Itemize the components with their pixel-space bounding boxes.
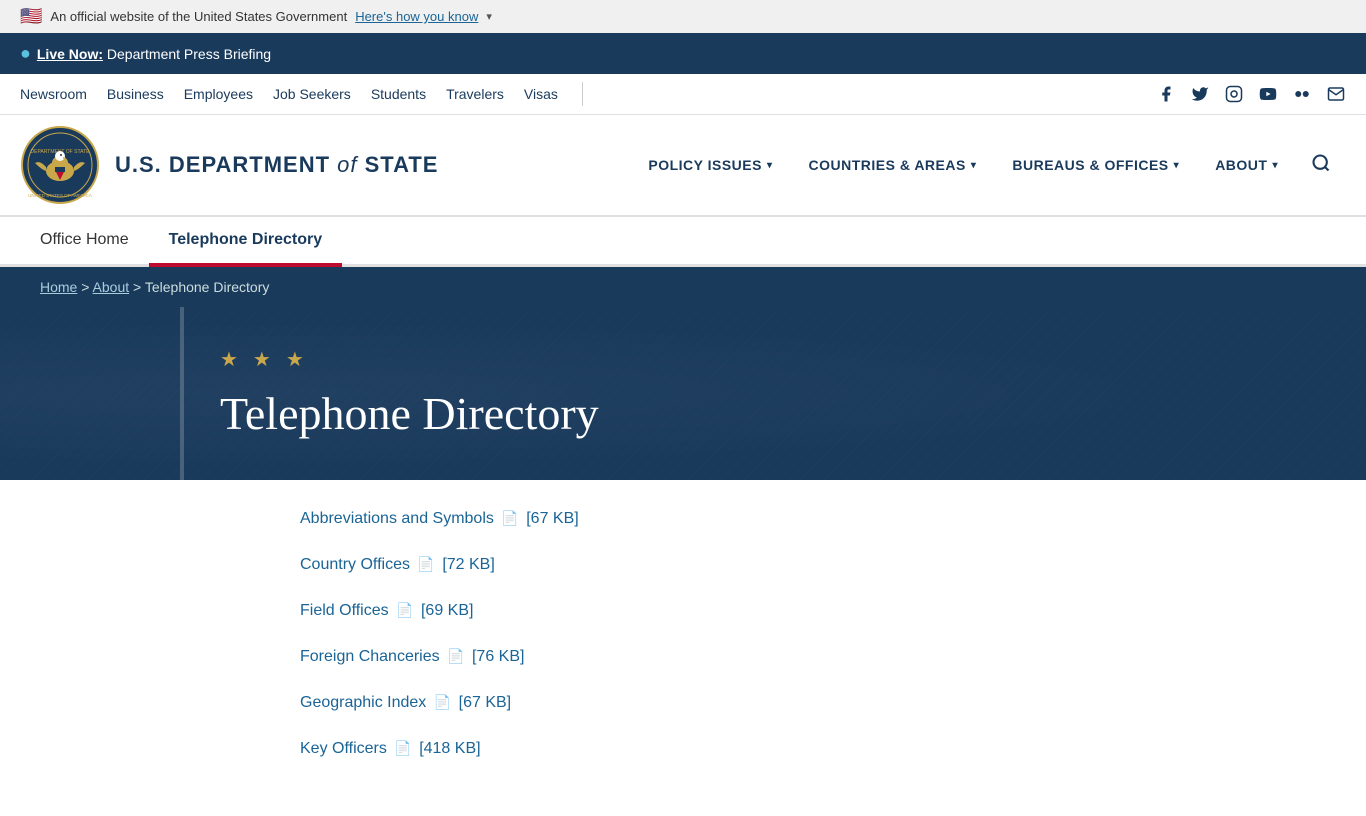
nav-about[interactable]: ABOUT ▾ — [1197, 147, 1296, 183]
link-foreign-chanceries[interactable]: Foreign Chanceries 📄 [76 KB] — [300, 648, 1326, 666]
breadcrumb-section: Home > About > Telephone Directory — [0, 267, 1366, 307]
pdf-icon: 📄 — [501, 510, 518, 526]
social-icons — [1156, 84, 1346, 104]
breadcrumb-home[interactable]: Home — [40, 279, 77, 295]
link-label: Country Offices — [300, 556, 414, 573]
file-size: [72 KB] — [442, 556, 494, 573]
link-abbreviations[interactable]: Abbreviations and Symbols 📄 [67 KB] — [300, 510, 1326, 528]
breadcrumb-about[interactable]: About — [93, 279, 130, 295]
nav-business[interactable]: Business — [107, 86, 164, 102]
pdf-icon: 📄 — [394, 740, 411, 756]
file-size: [76 KB] — [472, 648, 524, 665]
file-size: [67 KB] — [526, 510, 578, 527]
caret-icon: ▾ — [767, 160, 773, 171]
pdf-icon: 📄 — [417, 556, 434, 572]
top-nav: Newsroom Business Employees Job Seekers … — [0, 74, 1366, 115]
facebook-icon[interactable] — [1156, 84, 1176, 104]
nav-travelers[interactable]: Travelers — [446, 86, 504, 102]
caret-icon: ▾ — [971, 160, 977, 171]
pdf-icon: 📄 — [434, 694, 451, 710]
chevron-down-icon: ▾ — [486, 10, 492, 23]
file-size: [69 KB] — [421, 602, 473, 619]
link-label: Key Officers — [300, 740, 391, 757]
nav-job-seekers[interactable]: Job Seekers — [273, 86, 351, 102]
link-country-offices[interactable]: Country Offices 📄 [72 KB] — [300, 556, 1326, 574]
gov-banner: 🇺🇸 An official website of the United Sta… — [0, 0, 1366, 33]
breadcrumb-separator: > — [81, 279, 92, 295]
youtube-icon[interactable] — [1258, 84, 1278, 104]
link-key-officers[interactable]: Key Officers 📄 [418 KB] — [300, 740, 1326, 758]
live-bar-event-text: Department Press Briefing — [107, 46, 271, 62]
link-geographic-index[interactable]: Geographic Index 📄 [67 KB] — [300, 694, 1326, 712]
nav-employees[interactable]: Employees — [184, 86, 253, 102]
pdf-icon: 📄 — [396, 602, 413, 618]
twitter-icon[interactable] — [1190, 84, 1210, 104]
nav-newsroom[interactable]: Newsroom — [20, 86, 87, 102]
breadcrumb-current: Telephone Directory — [145, 279, 270, 295]
tab-telephone-directory[interactable]: Telephone Directory — [149, 217, 343, 267]
gov-banner-text: An official website of the United States… — [50, 9, 347, 24]
how-you-know-link[interactable]: Here's how you know — [355, 9, 478, 24]
file-size: [418 KB] — [419, 740, 480, 757]
page-title: Telephone Directory — [220, 387, 1326, 440]
nav-visas[interactable]: Visas — [524, 86, 558, 102]
dept-seal: DEPARTMENT OF STATE UNITED STATES OF AME… — [20, 125, 100, 205]
live-bar: ● Live Now: Department Press Briefing — [0, 33, 1366, 74]
content-area: Abbreviations and Symbols 📄 [67 KB] Coun… — [0, 480, 1366, 816]
live-now-label: Live Now: — [37, 46, 103, 62]
link-label: Foreign Chanceries — [300, 648, 444, 665]
link-label: Field Offices — [300, 602, 393, 619]
main-nav: POLICY ISSUES ▾ COUNTRIES & AREAS ▾ BURE… — [630, 143, 1346, 188]
tab-office-home[interactable]: Office Home — [20, 217, 149, 264]
hero-stars: ★ ★ ★ — [220, 347, 1326, 372]
office-tabs: Office Home Telephone Directory — [0, 217, 1366, 267]
breadcrumb-separator: > — [133, 279, 145, 295]
svg-text:UNITED STATES OF AMERICA: UNITED STATES OF AMERICA — [28, 193, 92, 198]
caret-icon: ▾ — [1174, 160, 1180, 171]
nav-divider — [582, 82, 583, 106]
live-bar-link[interactable]: Live Now: Department Press Briefing — [37, 46, 271, 62]
pdf-icon: 📄 — [447, 648, 464, 664]
nav-policy-issues[interactable]: POLICY ISSUES ▾ — [630, 147, 790, 183]
logo-area: DEPARTMENT OF STATE UNITED STATES OF AME… — [20, 125, 438, 205]
hero-section: ★ ★ ★ Telephone Directory — [0, 307, 1366, 480]
search-button[interactable] — [1296, 143, 1346, 188]
site-header: DEPARTMENT OF STATE UNITED STATES OF AME… — [0, 115, 1366, 217]
breadcrumb: Home > About > Telephone Directory — [40, 279, 1326, 295]
nav-students[interactable]: Students — [371, 86, 426, 102]
file-size: [67 KB] — [459, 694, 511, 711]
nav-bureaus-offices[interactable]: BUREAUS & OFFICES ▾ — [994, 147, 1197, 183]
us-flag-icon: 🇺🇸 — [20, 6, 42, 27]
email-icon[interactable] — [1326, 84, 1346, 104]
flickr-icon[interactable] — [1292, 84, 1312, 104]
link-label: Abbreviations and Symbols — [300, 510, 498, 527]
link-label: Geographic Index — [300, 694, 431, 711]
dept-name: U.S. DEPARTMENT of STATE — [115, 152, 438, 178]
instagram-icon[interactable] — [1224, 84, 1244, 104]
nav-countries-areas[interactable]: COUNTRIES & AREAS ▾ — [791, 147, 995, 183]
caret-icon: ▾ — [1272, 160, 1278, 171]
link-field-offices[interactable]: Field Offices 📄 [69 KB] — [300, 602, 1326, 620]
live-dot-icon: ● — [20, 43, 31, 64]
top-nav-links: Newsroom Business Employees Job Seekers … — [20, 82, 587, 106]
